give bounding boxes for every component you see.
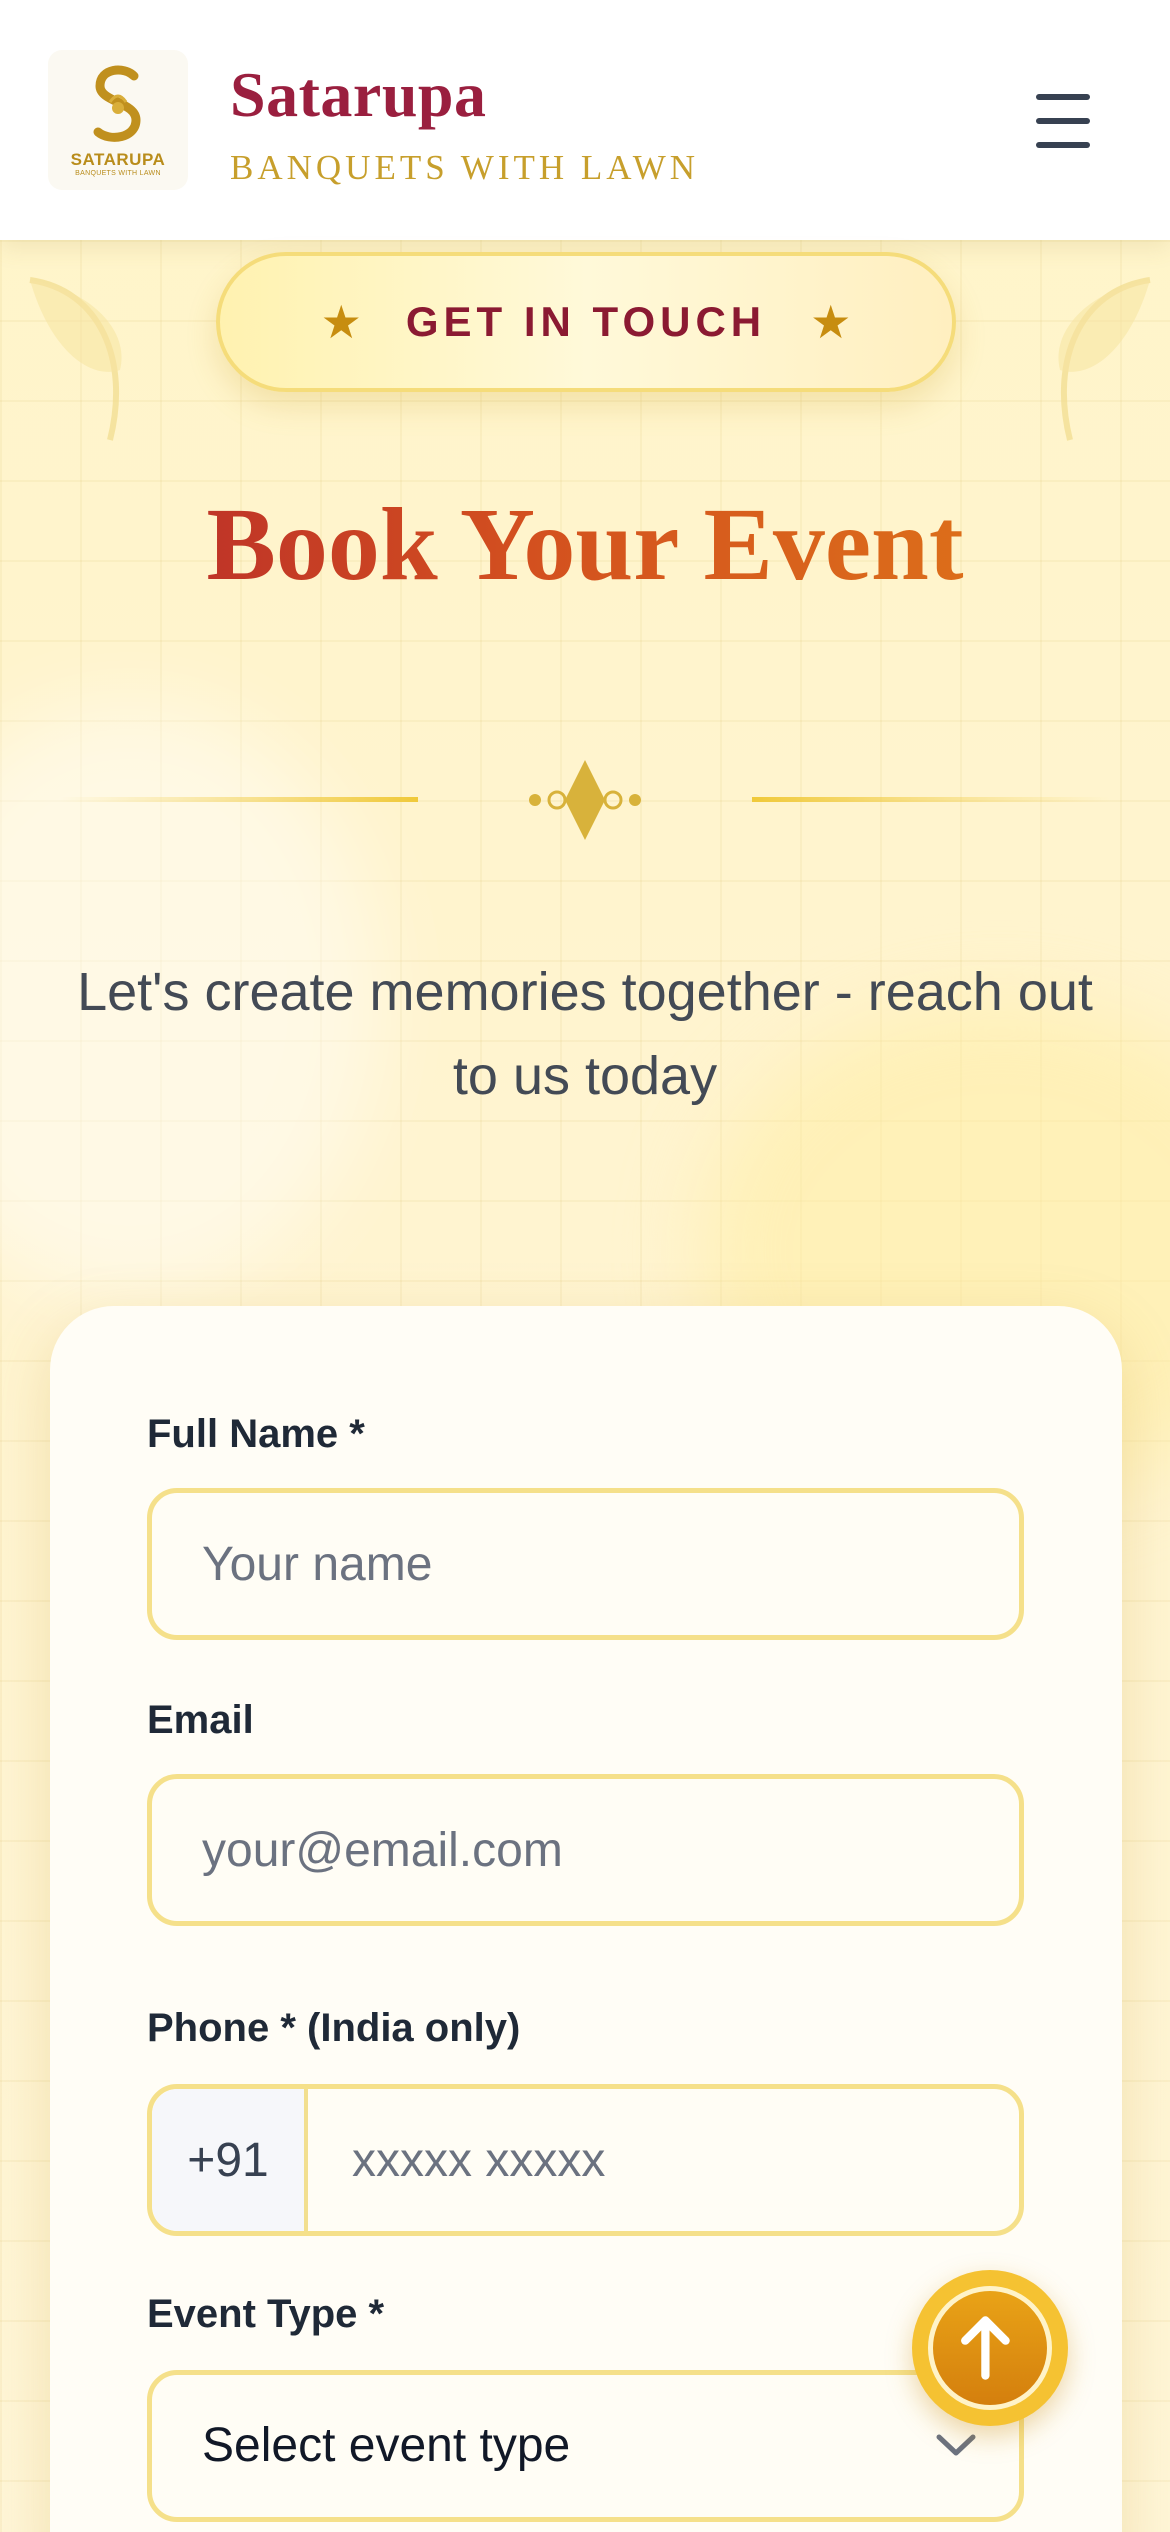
decorative-leaf-left [29,277,122,441]
ornamental-divider [60,760,1110,840]
hamburger-menu-icon[interactable] [1026,90,1098,152]
page: SATARUPA BANQUETS WITH LAWN Satarupa BAN… [0,0,1170,2532]
full-name-input[interactable] [202,1493,982,1635]
page-title: Book Your Event [0,485,1170,604]
phone-field[interactable]: +91 [147,2084,1024,2236]
phone-label: Phone * (India only) [147,2006,521,2050]
brand-name[interactable]: Satarupa [230,58,487,132]
page-subtitle: Let's create memories together - reach o… [77,962,1093,1106]
decorative-leaf-right [1058,277,1151,441]
get-in-touch-badge: ★ GET IN TOUCH ★ [216,252,956,392]
chevron-down-icon [936,2434,976,2456]
full-name-label: Full Name * [147,1412,365,1456]
arrow-up-icon [961,2316,1010,2380]
star-icon: ★ [320,296,362,348]
email-label: Email [147,1698,254,1742]
logo[interactable]: SATARUPA BANQUETS WITH LAWN [48,50,188,190]
site-header: SATARUPA BANQUETS WITH LAWN Satarupa BAN… [0,0,1170,240]
event-type-label: Event Type * [147,2292,385,2336]
badge-label: GET IN TOUCH [405,298,767,345]
full-name-field[interactable] [147,1488,1024,1640]
logo-text: SATARUPA [70,150,166,169]
scroll-to-top-button[interactable] [912,2270,1068,2426]
logo-monogram-icon [93,65,141,142]
email-input[interactable] [202,1779,982,1921]
event-type-selected-value: Select event type [202,2419,571,2472]
email-field[interactable] [147,1774,1024,1926]
logo-subtext: BANQUETS WITH LAWN [75,170,161,177]
star-icon: ★ [810,296,852,348]
country-code-prefix: +91 [152,2089,308,2231]
event-type-select[interactable]: Select event type [147,2370,1024,2522]
brand-tagline: BANQUETS WITH LAWN [230,148,700,187]
phone-input[interactable] [352,2089,992,2231]
